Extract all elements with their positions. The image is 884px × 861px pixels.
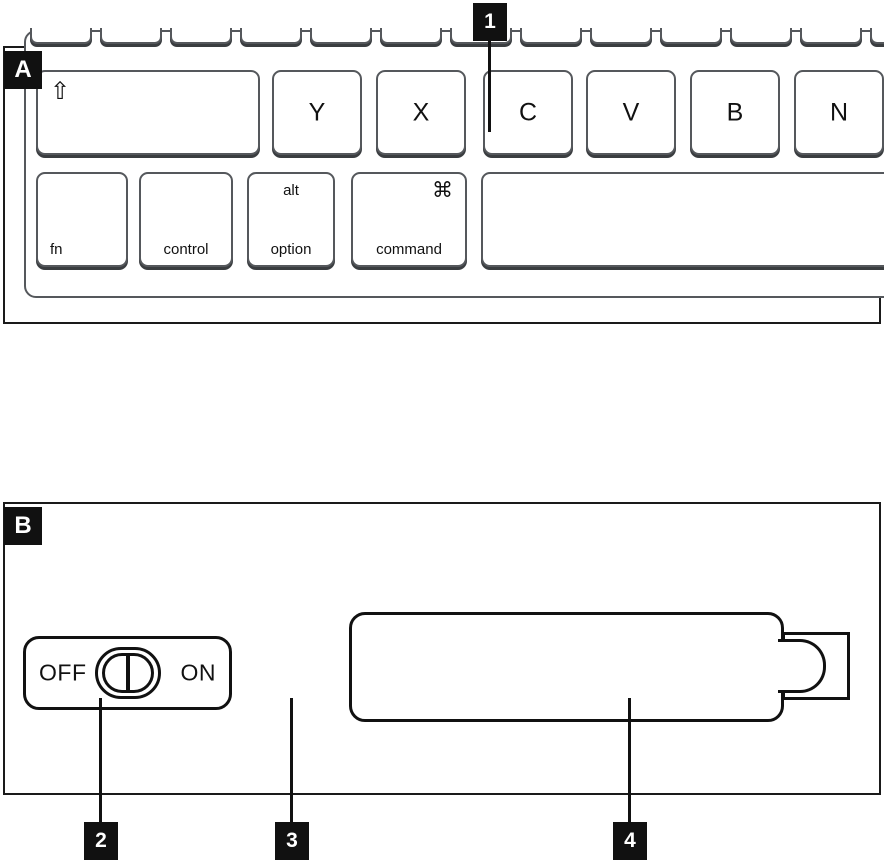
key-label: V [622,98,640,126]
key-label: fn [50,241,63,258]
switch-label-on: ON [180,659,216,686]
key-label: N [829,98,849,126]
callout-3-leader-line [290,698,293,824]
keycap-partial [870,28,884,44]
key-label-alt: alt [283,182,299,199]
keyboard-key-command[interactable]: ⌘ command [351,172,467,267]
keyboard-key-fn[interactable]: fn [36,172,128,267]
key-label: B [726,98,744,126]
keycap-partial [730,28,792,44]
switch-label-off: OFF [39,659,87,686]
shift-arrow-icon: ⇧ [50,78,71,105]
keycap-partial [310,28,372,44]
keycap-row-partial-above [30,28,884,54]
keyboard-key-y[interactable]: Y [272,70,362,155]
keycap-partial [660,28,722,44]
callout-badge-2: 2 [84,822,118,860]
power-switch-toggle[interactable] [94,647,161,699]
keyboard-key-shift[interactable]: ⇧ [36,70,260,155]
keycap-partial [100,28,162,44]
power-switch[interactable]: OFF ON [23,636,232,710]
diagram-root: ⇧ Y X C V B N fn control alt option ⌘ co… [0,0,884,861]
keycap-partial [520,28,582,44]
power-switch-toggle-inner [101,653,154,693]
keycap-partial [590,28,652,44]
panel-badge-b: B [4,507,42,545]
key-label: C [518,98,538,126]
callout-4-leader-line [628,698,631,824]
key-label: Y [308,98,326,126]
power-switch-toggle-divider [125,653,130,693]
panel-badge-a: A [4,51,42,89]
keyboard-key-x[interactable]: X [376,70,466,155]
keycap-partial [240,28,302,44]
keyboard-key-space[interactable] [481,172,884,267]
callout-badge-3: 3 [275,822,309,860]
callout-badge-1: 1 [473,3,507,41]
command-icon: ⌘ [432,179,453,202]
keycap-partial [30,28,92,44]
keycap-partial [380,28,442,44]
key-label: control [163,241,209,258]
key-label: command [376,241,442,258]
callout-2-leader-line [99,698,102,824]
battery-cover[interactable] [349,612,784,722]
keyboard-key-alt-option[interactable]: alt option [247,172,335,267]
keyboard-key-b[interactable]: B [690,70,780,155]
key-label-option: option [270,241,312,258]
keycap-partial [800,28,862,44]
battery-cover-latch[interactable] [778,639,826,693]
keyboard-key-control[interactable]: control [139,172,233,267]
keyboard-key-v[interactable]: V [586,70,676,155]
callout-1-leader-line [488,41,491,132]
key-label: X [412,98,430,126]
keycap-partial [170,28,232,44]
keyboard-key-c[interactable]: C [483,70,573,155]
keyboard-key-n[interactable]: N [794,70,884,155]
callout-badge-4: 4 [613,822,647,860]
